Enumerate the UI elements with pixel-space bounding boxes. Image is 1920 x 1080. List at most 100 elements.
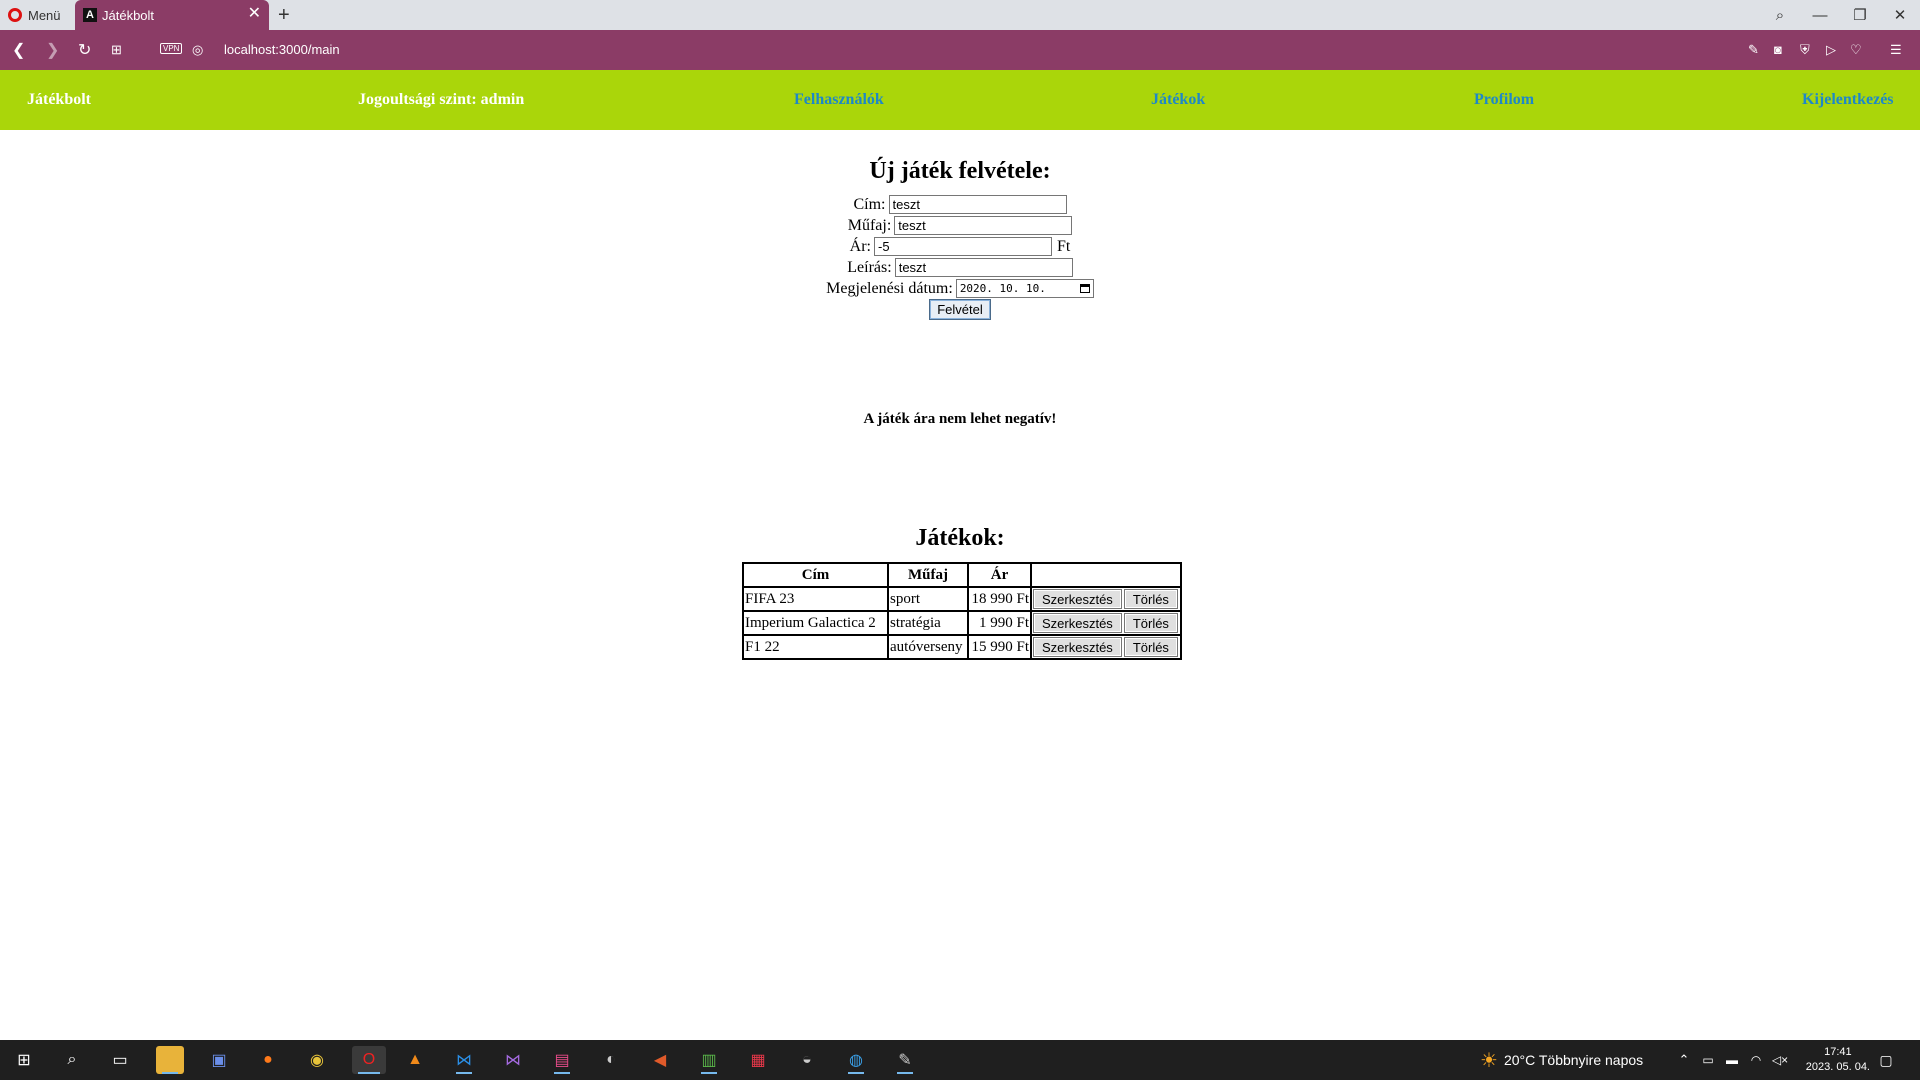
title-row: Cím: <box>0 194 1920 215</box>
clock-date: 2023. 05. 04. <box>1805 1061 1870 1073</box>
genre-input[interactable] <box>894 216 1073 235</box>
delete-button[interactable]: Törlés <box>1123 637 1178 657</box>
opera-icon[interactable]: O <box>352 1046 386 1074</box>
url-field[interactable]: localhost:3000/main <box>224 42 340 57</box>
easy-setup-icon[interactable]: ☰ <box>1890 42 1902 58</box>
edit-button[interactable]: Szerkesztés <box>1033 589 1122 609</box>
chrome-icon[interactable]: ◉ <box>303 1046 331 1074</box>
eclipse-icon[interactable]: ◐ <box>597 1046 625 1074</box>
genre-label: Műfaj: <box>847 216 892 234</box>
table-row: FIFA 23 sport 18 990 Ft Szerkesztés Törlé… <box>743 587 1181 611</box>
visual-studio-icon[interactable]: ⋈ <box>499 1046 527 1074</box>
clock-time: 17:41 <box>1824 1046 1852 1058</box>
address-bar: ❮ ❯ ↻ ⊞ VPN ◎ localhost:3000/main ✎ ◙ ⛨ … <box>0 30 1920 70</box>
new-game-form-title: Új játék felvétele: <box>869 158 1051 184</box>
back-icon[interactable]: ❮ <box>12 40 25 60</box>
weather-widget[interactable]: ☀ 20°C Többnyire napos <box>1480 1040 1643 1080</box>
taskbar-clock[interactable]: 17:41 2023. 05. 04. <box>1806 1045 1870 1075</box>
save-app-icon[interactable]: ▣ <box>205 1046 233 1074</box>
matlab-icon[interactable]: ◀ <box>646 1046 674 1074</box>
vlc-icon[interactable]: ▲ <box>401 1046 429 1074</box>
docker-icon[interactable]: ◍ <box>842 1046 870 1074</box>
table-row: Imperium Galactica 2 stratégia 1 990 Ft … <box>743 611 1181 635</box>
browser-menu-label: Menü <box>28 7 61 23</box>
browser-tab-strip: Menü A Játékbolt ✕ + ⌕ — ❐ ✕ <box>0 0 1920 30</box>
calendar-icon[interactable] <box>1079 284 1090 293</box>
column-header-genre: Műfaj <box>888 563 968 587</box>
column-header-price: Ár <box>968 563 1031 587</box>
delete-button[interactable]: Törlés <box>1123 613 1178 633</box>
heart-icon[interactable]: ♡ <box>1850 42 1862 58</box>
release-date-row: Megjelenési dátum: 2020. 10. 10. <box>0 278 1920 299</box>
edit-button[interactable]: Szerkesztés <box>1033 613 1122 633</box>
nav-link-users[interactable]: Felhasználók <box>794 91 884 109</box>
delete-button[interactable]: Törlés <box>1123 589 1178 609</box>
close-tab-icon[interactable]: ✕ <box>248 6 261 22</box>
game-title: Imperium Galactica 2 <box>743 611 888 635</box>
search-icon[interactable]: ⌕ <box>1766 0 1794 30</box>
send-icon[interactable]: ▷ <box>1826 42 1836 58</box>
games-list-title: Játékok: <box>915 525 1005 551</box>
firefox-icon[interactable]: ● <box>254 1046 282 1074</box>
notifications-icon[interactable]: ▢ <box>1872 1046 1900 1074</box>
games-table: Cím Műfaj Ár FIFA 23 sport 18 990 Ft Sze… <box>742 562 1182 660</box>
notepad-plus-icon[interactable]: ▥ <box>695 1046 723 1074</box>
game-price: 15 990 Ft <box>968 635 1031 659</box>
windows-start-icon[interactable]: ⊞ <box>10 1046 38 1074</box>
error-message: A játék ára nem lehet negatív! <box>863 411 1057 427</box>
weather-sun-icon: ☀ <box>1480 1049 1498 1072</box>
angular-favicon-icon: A <box>83 8 97 22</box>
file-explorer-icon[interactable] <box>156 1046 184 1074</box>
intellij-icon[interactable]: ▤ <box>548 1046 576 1074</box>
volume-muted-icon[interactable]: ◁× <box>1766 1046 1794 1074</box>
column-header-actions <box>1031 563 1181 587</box>
restore-icon[interactable]: ❐ <box>1846 0 1874 30</box>
browser-menu-button[interactable]: Menü <box>8 0 61 30</box>
vpn-badge[interactable]: VPN <box>160 43 183 54</box>
new-tab-icon[interactable]: + <box>278 4 290 27</box>
release-date-input[interactable]: 2020. 10. 10. <box>955 279 1094 298</box>
edit-icon[interactable]: ✎ <box>1748 42 1759 58</box>
release-date-value: 2020. 10. 10. <box>959 282 1046 295</box>
nav-link-games[interactable]: Játékok <box>1151 91 1205 109</box>
camera-icon[interactable]: ◙ <box>1774 42 1782 57</box>
table-row: F1 22 autóverseny 15 990 Ft Szerkesztés T… <box>743 635 1181 659</box>
price-row: Ár: Ft <box>0 236 1920 257</box>
chart-app-icon[interactable]: ▦ <box>744 1046 772 1074</box>
game-actions: Szerkesztés Törlés <box>1031 611 1181 635</box>
edit-button[interactable]: Szerkesztés <box>1033 637 1122 657</box>
forward-icon[interactable]: ❯ <box>46 40 59 60</box>
game-title: F1 22 <box>743 635 888 659</box>
game-title: FIFA 23 <box>743 587 888 611</box>
nav-link-logout[interactable]: Kijelentkezés <box>1802 91 1894 109</box>
price-currency: Ft <box>1056 237 1071 255</box>
title-label: Cím: <box>853 195 886 213</box>
genre-row: Műfaj: <box>0 215 1920 236</box>
table-header-row: Cím Műfaj Ár <box>743 563 1181 587</box>
price-input[interactable] <box>873 237 1052 256</box>
reload-icon[interactable]: ↻ <box>78 40 91 60</box>
task-view-icon[interactable]: ▭ <box>106 1046 134 1074</box>
globe-icon: ◎ <box>192 42 204 57</box>
browser-tab-title: Játékbolt <box>102 7 155 23</box>
price-label: Ár: <box>849 237 871 255</box>
search-icon[interactable]: ⌕ <box>58 1046 86 1074</box>
title-input[interactable] <box>888 195 1067 214</box>
window-close-icon[interactable]: ✕ <box>1886 0 1914 30</box>
nav-link-profile[interactable]: Profilom <box>1474 91 1534 109</box>
shield-icon[interactable]: ⛨ <box>1800 42 1810 58</box>
opera-logo-icon <box>8 8 22 22</box>
game-genre: sport <box>888 587 968 611</box>
database-icon[interactable]: ◒ <box>793 1046 821 1074</box>
game-genre: autóverseny <box>888 635 968 659</box>
vscode-icon[interactable]: ⋈ <box>450 1046 478 1074</box>
game-genre: stratégia <box>888 611 968 635</box>
paint-icon[interactable]: ✎ <box>891 1046 919 1074</box>
submit-row: Felvétel <box>0 299 1920 320</box>
minimize-icon[interactable]: — <box>1806 0 1834 30</box>
browser-tab-active[interactable]: A Játékbolt ✕ <box>75 0 269 30</box>
submit-button[interactable]: Felvétel <box>929 299 991 320</box>
description-input[interactable] <box>894 258 1073 277</box>
nav-brand[interactable]: Játékbolt <box>27 91 91 109</box>
speed-dial-icon[interactable]: ⊞ <box>111 42 122 58</box>
